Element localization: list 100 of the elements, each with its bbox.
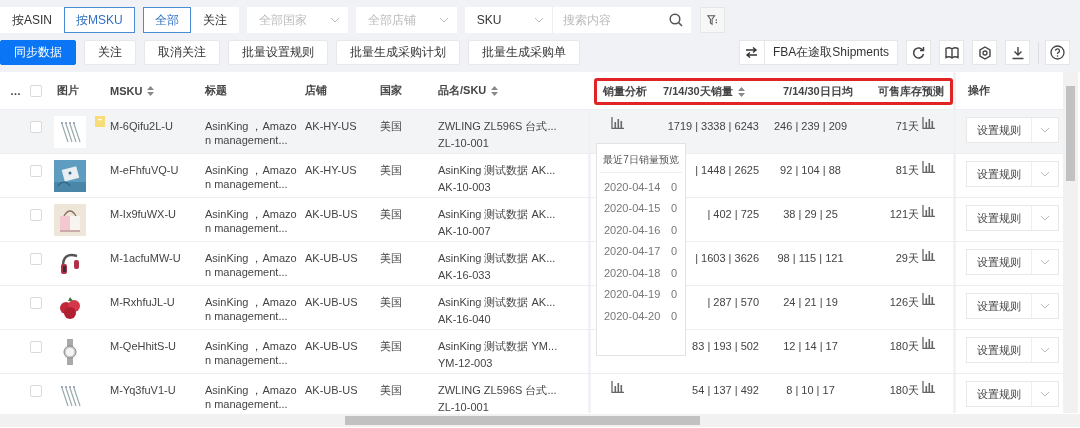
table-cell: AsinKing 测试数据 AK... — [438, 252, 556, 264]
vertical-scrollbar[interactable] — [1063, 72, 1078, 413]
help-button[interactable] — [1045, 40, 1070, 65]
table-cell: 美国 — [380, 340, 402, 352]
table-cell: 54 | 137 | 492 — [692, 384, 759, 396]
rule-split-button[interactable]: 设置规则 — [966, 293, 1059, 319]
checkbox[interactable] — [30, 297, 42, 309]
date-label: 2020-04-19 — [604, 288, 661, 301]
bar-chart-icon[interactable] — [922, 337, 935, 349]
action-button[interactable]: 关注 — [84, 40, 136, 65]
sales-value: 0 — [670, 223, 677, 236]
sort-icon[interactable] — [491, 85, 499, 96]
horizontal-scrollbar[interactable] — [0, 414, 1080, 427]
table-cell: 8 | 10 | 17 — [786, 384, 835, 396]
table-cell-text: AsinKing ，Amazon management... — [205, 207, 298, 235]
caret-icon — [329, 17, 340, 23]
rule-split-button[interactable]: 设置规则 — [966, 381, 1059, 407]
caret-icon — [1040, 171, 1050, 177]
table-cell-text: 126天 — [889, 295, 919, 309]
settings-button[interactable] — [972, 40, 997, 65]
view-tab[interactable]: 按ASIN — [0, 7, 64, 33]
checkbox[interactable] — [30, 165, 42, 177]
action-button[interactable]: 批量生成采购单 — [468, 40, 580, 65]
fba-button[interactable]: FBA在途取Shipments — [738, 40, 898, 65]
sort-icon[interactable] — [737, 86, 745, 97]
checkbox[interactable] — [30, 253, 42, 265]
refresh-button[interactable] — [906, 40, 931, 65]
table-cell: AK-UB-US — [305, 340, 358, 352]
table-cell: 24 | 21 | 19 — [783, 296, 838, 308]
table-cell: AK-16-033 — [438, 269, 491, 281]
table-cell: | 402 | 725 — [707, 208, 759, 220]
highlighted-row[interactable]: M-6Qifu2L-U AsinKing ，Amazon management... AK-HY-US 美国 ZWLING ZL596S 台式... ZL-10-001 1719 | 3338 | 6243 246 | 239 | 209 71天 设置规则 — [0, 110, 1063, 154]
caret-icon — [1040, 391, 1050, 397]
sales-value: 0 — [670, 245, 677, 258]
table-cell: 38 | 29 | 25 — [783, 208, 838, 220]
view-tab[interactable]: 按MSKU — [64, 7, 135, 33]
rule-split-button[interactable]: 设置规则 — [966, 161, 1059, 187]
rule-split-button[interactable]: 设置规则 — [966, 205, 1059, 231]
select-field[interactable]: SKU — [464, 7, 552, 33]
bar-chart-icon[interactable] — [922, 161, 935, 173]
table-cell: AK-UB-US — [305, 384, 358, 396]
book-button[interactable] — [939, 40, 964, 65]
rule-split-button[interactable]: 设置规则 — [966, 117, 1059, 143]
action-button[interactable]: 批量设置规则 — [228, 40, 328, 65]
rule-split-button[interactable]: 设置规则 — [966, 249, 1059, 275]
filter-settings-button[interactable] — [699, 7, 725, 33]
table-cell: AK-UB-US — [305, 296, 358, 308]
bar-chart-icon[interactable] — [610, 381, 624, 393]
checkbox[interactable] — [30, 209, 42, 221]
sort-icon[interactable] — [147, 85, 155, 96]
table-cell-text: 180天 — [889, 383, 919, 397]
table-cell-text: 180天 — [889, 339, 919, 353]
bar-chart-icon[interactable] — [922, 249, 935, 261]
table-cell-text: AsinKing ，Amazon management... — [205, 383, 298, 411]
bar-chart-icon[interactable] — [922, 381, 935, 393]
table-cell: 美国 — [380, 296, 402, 308]
column-header: 品名/SKU — [438, 83, 487, 98]
table-cell-text: 81天 — [895, 163, 919, 177]
caret-icon — [1040, 215, 1050, 221]
action-button[interactable]: 批量生成采购计划 — [336, 40, 460, 65]
table-cell-text: AsinKing ，Amazon management... — [205, 295, 298, 323]
search-icon[interactable] — [668, 13, 683, 27]
checkbox[interactable] — [30, 121, 42, 133]
bar-chart-icon[interactable] — [610, 117, 624, 129]
table-cell: 美国 — [380, 252, 402, 264]
book-icon — [944, 45, 959, 60]
table-cell-text: AsinKing ，Amazon management... — [205, 251, 298, 279]
bar-chart-icon[interactable] — [922, 293, 935, 305]
checkbox[interactable] — [30, 385, 42, 397]
sales-value: 0 — [670, 180, 677, 193]
table-cell: 1719 | 3338 | 6243 — [667, 120, 759, 132]
table-cell-text: AsinKing ，Amazon management... — [205, 119, 298, 147]
checkbox[interactable] — [30, 84, 42, 97]
table-cell: 98 | 115 | 121 — [777, 252, 844, 264]
column-header: 7/14/30日日均 — [783, 84, 853, 99]
table-cell: ZWLING ZL596S 台式... — [438, 120, 557, 132]
sync-button[interactable]: 同步数据 — [0, 40, 76, 65]
table-cell: ZL-10-001 — [438, 401, 489, 413]
table-cell: 92 | 104 | 88 — [780, 164, 841, 176]
bar-chart-icon[interactable] — [922, 205, 935, 217]
checkbox[interactable] — [30, 341, 42, 353]
table-cell: 246 | 239 | 209 — [774, 120, 847, 132]
table-cell: AK-16-040 — [438, 313, 491, 325]
table-cell: M-Yq3fuV1-U — [110, 384, 176, 396]
bar-chart-icon[interactable] — [922, 117, 935, 129]
table-cell: AK-HY-US — [305, 164, 357, 176]
filter-tab[interactable]: 关注 — [190, 7, 239, 33]
column-header: 图片 — [57, 83, 79, 98]
table-cell: | 1448 | 2625 — [695, 164, 759, 176]
rule-split-button[interactable]: 设置规则 — [966, 337, 1059, 363]
download-button[interactable] — [1005, 40, 1030, 65]
table-cell: M-RxhfuJL-U — [110, 296, 175, 308]
table-cell: AK-HY-US — [305, 120, 357, 132]
filter-tab[interactable]: 全部 — [142, 7, 191, 33]
table-cell-text: AsinKing ，Amazon management... — [205, 339, 298, 367]
table-cell: AK-10-007 — [438, 225, 491, 237]
column-header: 销量分析 — [603, 84, 647, 99]
table-cell: M-eFhfuVQ-U — [110, 164, 179, 176]
table-cell: 83 | 193 | 502 — [692, 340, 759, 352]
action-button[interactable]: 取消关注 — [144, 40, 220, 65]
